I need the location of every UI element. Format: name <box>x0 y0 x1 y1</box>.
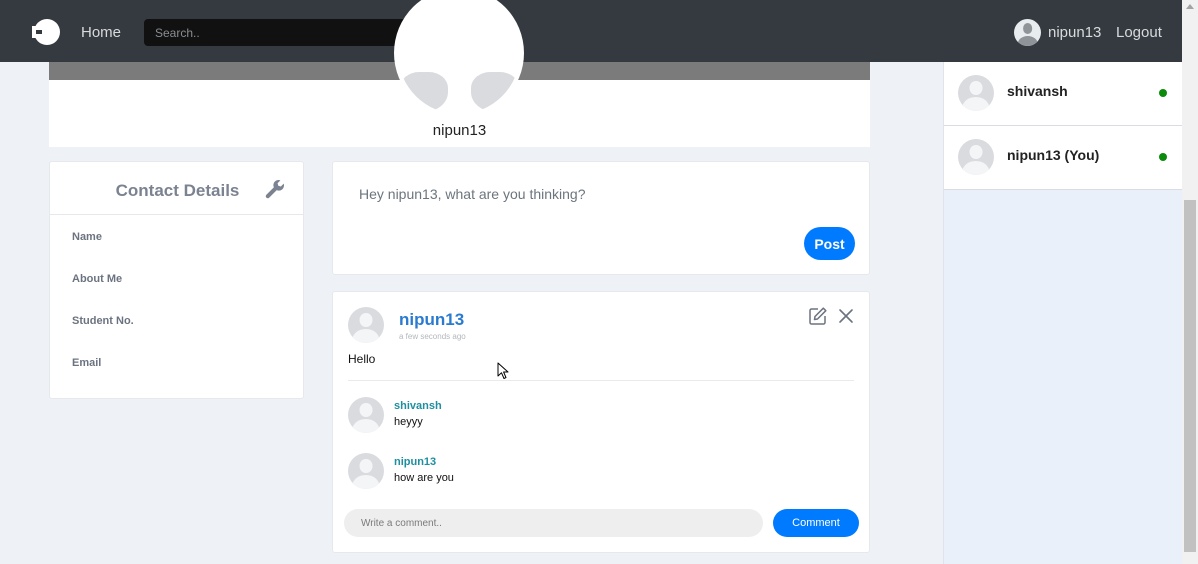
post-button[interactable]: Post <box>804 227 855 260</box>
contact-details-header: Contact Details <box>50 162 303 215</box>
nav-username[interactable]: nipun13 <box>1048 24 1101 41</box>
online-user-avatar-icon <box>958 139 994 175</box>
scroll-up-icon[interactable] <box>1186 4 1194 9</box>
post-divider <box>348 380 854 381</box>
online-status-dot <box>1159 89 1167 97</box>
post-author[interactable]: nipun13 <box>399 310 464 330</box>
comment-input[interactable] <box>344 509 763 537</box>
post-author-avatar-icon[interactable] <box>348 307 384 343</box>
post-text: Hello <box>348 352 376 366</box>
post-card: nipun13 a few seconds ago Hello shivansh… <box>332 291 870 553</box>
online-user-avatar-icon <box>958 75 994 111</box>
online-status-dot <box>1159 153 1167 161</box>
profile-avatar-icon <box>398 0 520 114</box>
online-users-sidebar: shivansh nipun13 (You) <box>943 62 1183 564</box>
post-composer: Hey nipun13, what are you thinking? Post <box>332 161 870 275</box>
scrollbar-thumb[interactable] <box>1184 200 1196 552</box>
contact-label-email: Email <box>72 357 102 369</box>
online-user-item[interactable]: shivansh <box>944 62 1183 126</box>
app-logo-icon[interactable] <box>30 17 60 47</box>
close-icon[interactable] <box>838 308 854 324</box>
search-input[interactable] <box>144 19 406 46</box>
logout-link[interactable]: Logout <box>1116 24 1162 41</box>
wrench-icon[interactable] <box>264 178 286 200</box>
nav-user-profile[interactable]: nipun13 <box>1014 19 1101 46</box>
online-user-name: nipun13 (You) <box>1007 147 1100 163</box>
online-user-item[interactable]: nipun13 (You) <box>944 126 1183 190</box>
contact-label-about-me: About Me <box>72 273 123 285</box>
comment-button[interactable]: Comment <box>773 509 859 537</box>
comment-text: heyyy <box>394 416 423 428</box>
edit-icon[interactable] <box>808 306 828 326</box>
profile-header-card: nipun13 <box>49 0 870 147</box>
comment-avatar-icon[interactable] <box>348 453 384 489</box>
user-avatar-icon <box>1014 19 1041 46</box>
comment-text: how are you <box>394 472 454 484</box>
post-timestamp: a few seconds ago <box>399 332 466 341</box>
post-input[interactable]: Hey nipun13, what are you thinking? <box>359 186 585 202</box>
comment-avatar-icon[interactable] <box>348 397 384 433</box>
contact-label-name: Name <box>72 231 102 243</box>
nav-home-link[interactable]: Home <box>81 24 121 41</box>
profile-name: nipun13 <box>432 122 487 139</box>
comment-author[interactable]: shivansh <box>394 400 442 412</box>
mouse-cursor-icon <box>497 362 509 379</box>
online-user-name: shivansh <box>1007 83 1068 99</box>
page-scrollbar[interactable] <box>1182 0 1198 564</box>
contact-details-card: Contact Details Name About Me Student No… <box>49 161 304 399</box>
profile-picture[interactable] <box>394 0 524 118</box>
top-navbar: Home nipun13 Logout <box>0 0 1182 62</box>
contact-label-student-no: Student No. <box>72 315 134 327</box>
comment-author[interactable]: nipun13 <box>394 456 436 468</box>
